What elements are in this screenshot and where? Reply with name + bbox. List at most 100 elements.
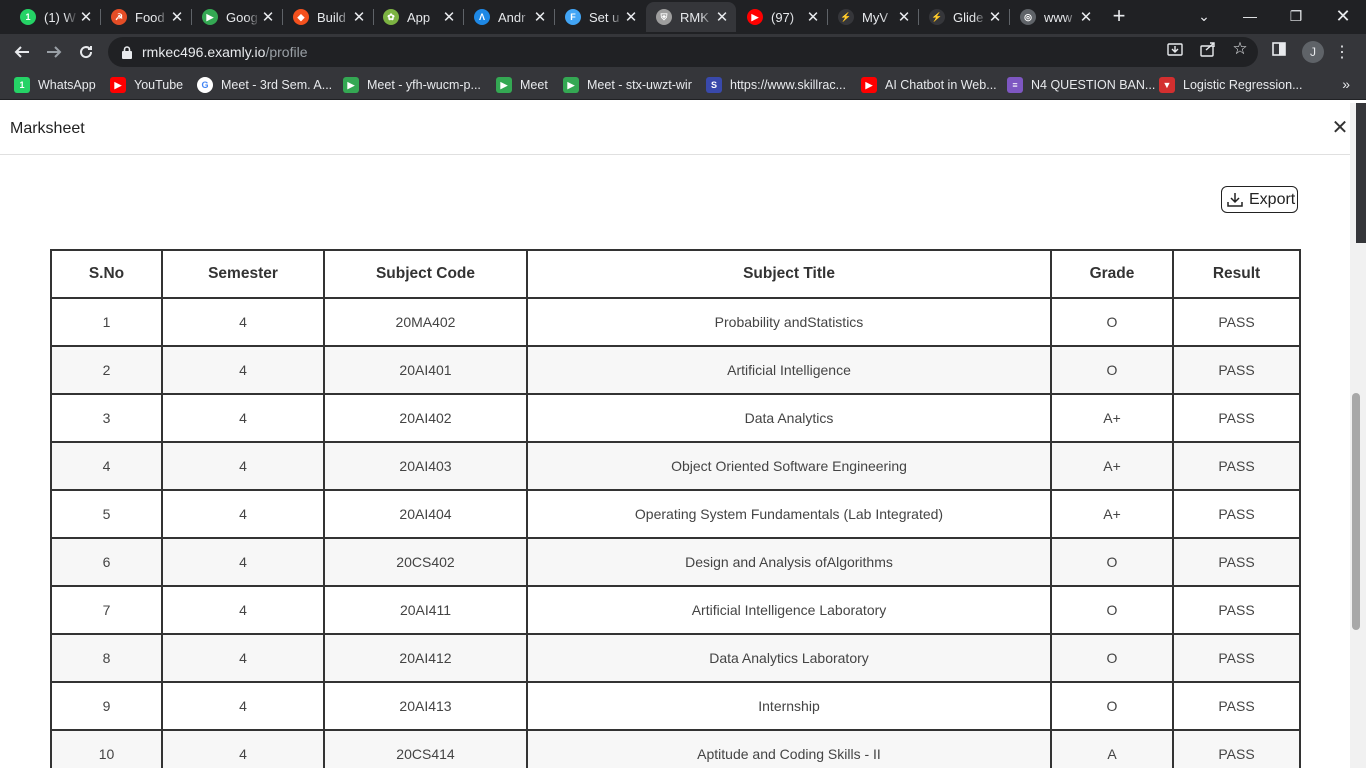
bookmark-star-icon[interactable]: ☆ [1232,39,1248,58]
tab-close-icon[interactable]: ✕ [896,9,912,26]
side-panel-icon[interactable] [1271,41,1287,57]
bookmark-label: YouTube [134,78,184,92]
share-icon[interactable] [1200,41,1216,57]
cell-sno: 9 [50,681,163,731]
bookmark-item[interactable]: Shttps://www.skillrac... [706,76,846,94]
cell-grade: O [1050,537,1174,587]
back-button[interactable] [8,38,36,66]
whatsapp-icon: 1 [14,77,30,93]
cell-subject-title: Data Analytics [526,393,1052,443]
tab-close-icon[interactable]: ✕ [351,9,367,26]
cell-sno: 5 [50,489,163,539]
cell-sno: 10 [50,729,163,768]
cell-subject-code: 20AI412 [323,633,528,683]
forms-icon: ≡ [1007,77,1023,93]
bookmark-item[interactable]: ▼ Logistic Regression... [1159,76,1303,94]
profile-avatar[interactable]: J [1302,41,1324,63]
rmk-shield-icon: ⛨ [656,9,672,25]
tab-8[interactable]: ▶ (97) ✕ [737,2,827,32]
close-icon[interactable]: ✕ [1330,118,1350,138]
table-row: 6 4 20CS402 Design and Analysis ofAlgorithm… [50,537,1301,587]
tab-title: Food [135,9,165,25]
bookmark-item[interactable]: ▶ YouTube [110,76,183,94]
header-sno: S.No [50,249,163,299]
youtube-icon: ▶ [747,9,763,25]
cell-semester: 4 [161,393,325,443]
scrollbar-top-region [1356,103,1366,243]
table-row: 4 4 20AI403 Object Oriented Software Engine… [50,441,1301,491]
bookmark-item[interactable]: G Meet - 3rd Sem. A... [197,76,332,94]
table-row: 1 4 20MA402 Probability andStatistics O PASS [50,297,1301,347]
tab-close-icon[interactable]: ✕ [169,9,185,26]
tab-3[interactable]: ◆ Build ✕ [283,2,373,32]
tab-close-icon[interactable]: ✕ [260,9,276,26]
tab-title: Build [317,9,346,25]
bookmark-item[interactable]: ▶ AI Chatbot in Web... [861,76,997,94]
bookmark-label: https://www.skillrac... [730,78,846,92]
cell-semester: 4 [161,345,325,395]
export-button[interactable]: Export [1221,186,1298,213]
cell-grade: O [1050,345,1174,395]
tab-0[interactable]: 1 (1) W ✕ [10,2,100,32]
lock-icon[interactable] [120,45,134,59]
tab-5[interactable]: Λ Andr ✕ [464,2,554,32]
cell-semester: 4 [161,297,325,347]
table-body: 1 4 20MA402 Probability andStatistics O PASS 2… [50,297,1301,768]
cell-sno: 3 [50,393,163,443]
cell-subject-code: 20AI413 [323,681,528,731]
export-label: Export [1249,190,1296,208]
minimize-button[interactable]: — [1227,0,1273,32]
tab-2[interactable]: ▶ Goog ✕ [192,2,282,32]
cell-grade: O [1050,297,1174,347]
cell-sno: 8 [50,633,163,683]
browser-menu-icon[interactable]: ⋮ [1334,40,1350,64]
install-app-icon[interactable] [1167,41,1183,57]
cell-result: PASS [1172,585,1301,635]
tab-1[interactable]: ☭ Food ✕ [101,2,191,32]
tab-title: Andr [498,9,526,25]
globe-icon: ◎ [1020,9,1036,25]
cell-sno: 2 [50,345,163,395]
tab-6[interactable]: F Set u ✕ [555,2,645,32]
cell-subject-title: Object Oriented Software Engineering [526,441,1052,491]
youtube-icon: ▶ [110,77,126,93]
close-window-button[interactable]: ✕ [1320,0,1366,32]
reload-button[interactable] [72,38,100,66]
tab-11[interactable]: ◎ www ✕ [1010,2,1100,32]
tab-close-icon[interactable]: ✕ [78,9,94,26]
tab-close-icon[interactable]: ✕ [623,9,639,26]
bookmark-item[interactable]: ▶ Meet - yfh-wucm-p... [343,76,481,94]
cell-semester: 4 [161,729,325,768]
tab-close-icon[interactable]: ✕ [532,9,548,26]
restore-button[interactable]: ❐ [1273,0,1319,32]
tab-title: App [407,9,431,25]
url-path: /profile [265,44,308,60]
tab-7[interactable]: ⛨ RMK ✕ [646,2,736,32]
new-tab-button[interactable]: + [1108,5,1130,27]
forward-arrow-icon [47,46,62,58]
bookmark-item[interactable]: 1 WhatsApp [14,76,96,94]
forward-button[interactable] [40,38,68,66]
tab-close-icon[interactable]: ✕ [714,9,730,26]
tab-9[interactable]: ⚡ MyV ✕ [828,2,918,32]
cell-semester: 4 [161,681,325,731]
tab-close-icon[interactable]: ✕ [441,9,457,26]
tab-10[interactable]: ⚡ Glide ✕ [919,2,1009,32]
header-grade: Grade [1050,249,1174,299]
tab-search-icon[interactable]: ⌄ [1181,0,1227,32]
address-bar[interactable]: rmkec496.examly.io/profile [108,37,1258,67]
bookmark-item[interactable]: ≡ N4 QUESTION BAN... [1007,76,1155,94]
tab-4[interactable]: ✿ App ✕ [373,2,463,32]
tab-close-icon[interactable]: ✕ [987,9,1003,26]
tab-close-icon[interactable]: ✕ [1078,9,1094,26]
bookmark-label: N4 QUESTION BAN... [1031,78,1156,92]
vercel-icon: ▼ [1159,77,1175,93]
bookmark-item[interactable]: ▶ Meet - stx-uwzt-wir [563,76,692,94]
tab-close-icon[interactable]: ✕ [805,9,821,26]
header-subject-code: Subject Code [323,249,528,299]
cell-grade: A+ [1050,441,1174,491]
cell-grade: A+ [1050,489,1174,539]
more-bookmarks-chevron-icon[interactable]: » [1342,76,1350,92]
scrollbar-thumb[interactable] [1352,393,1360,630]
bookmark-item[interactable]: ▶ Meet [496,76,548,94]
